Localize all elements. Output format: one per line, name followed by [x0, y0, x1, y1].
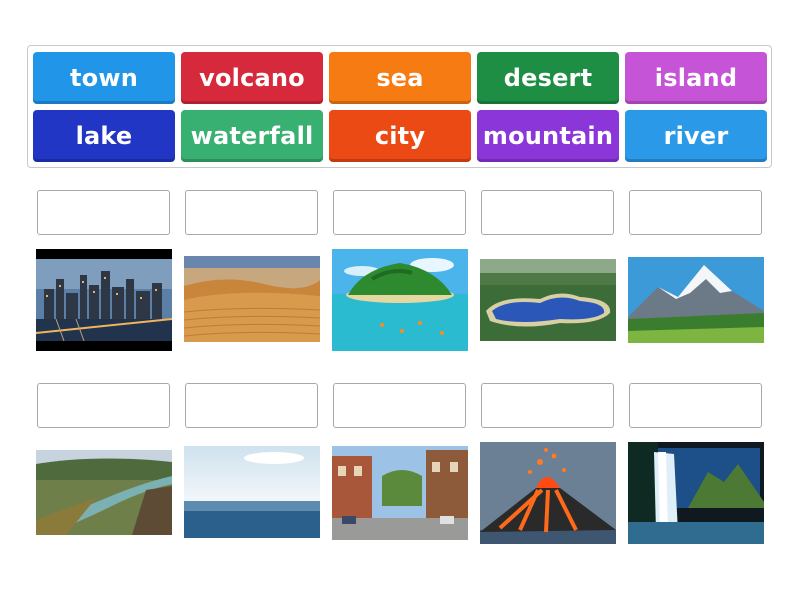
tile-island[interactable]: island — [625, 52, 767, 104]
tile-desert[interactable]: desert — [477, 52, 619, 104]
drop-slot-10[interactable] — [629, 383, 762, 428]
drop-slot-9[interactable] — [481, 383, 614, 428]
river-valley-image — [36, 450, 172, 535]
tile-volcano[interactable]: volcano — [181, 52, 323, 104]
drop-slot-3[interactable] — [333, 190, 466, 235]
tile-waterfall[interactable]: waterfall — [181, 110, 323, 162]
tile-river[interactable]: river — [625, 110, 767, 162]
city-skyline-image — [36, 249, 172, 351]
drop-slot-2[interactable] — [185, 190, 318, 235]
tile-lake[interactable]: lake — [33, 110, 175, 162]
lake-image — [480, 259, 616, 341]
desert-dunes-image — [184, 256, 320, 342]
drop-slot-7[interactable] — [185, 383, 318, 428]
town-street-image — [332, 446, 468, 540]
tile-mountain[interactable]: mountain — [477, 110, 619, 162]
drop-slot-1[interactable] — [37, 190, 170, 235]
tile-city[interactable]: city — [329, 110, 471, 162]
drop-slot-6[interactable] — [37, 383, 170, 428]
waterfall-image — [628, 442, 764, 544]
drop-slot-5[interactable] — [629, 190, 762, 235]
erupting-volcano-image — [480, 442, 616, 544]
drop-slot-8[interactable] — [333, 383, 466, 428]
tropical-island-image — [332, 249, 468, 351]
tile-town[interactable]: town — [33, 52, 175, 104]
tile-sea[interactable]: sea — [329, 52, 471, 104]
drop-slot-4[interactable] — [481, 190, 614, 235]
open-sea-image — [184, 446, 320, 538]
mountain-image — [628, 257, 764, 343]
word-bank: town volcano sea desert island lake wate… — [27, 45, 772, 168]
